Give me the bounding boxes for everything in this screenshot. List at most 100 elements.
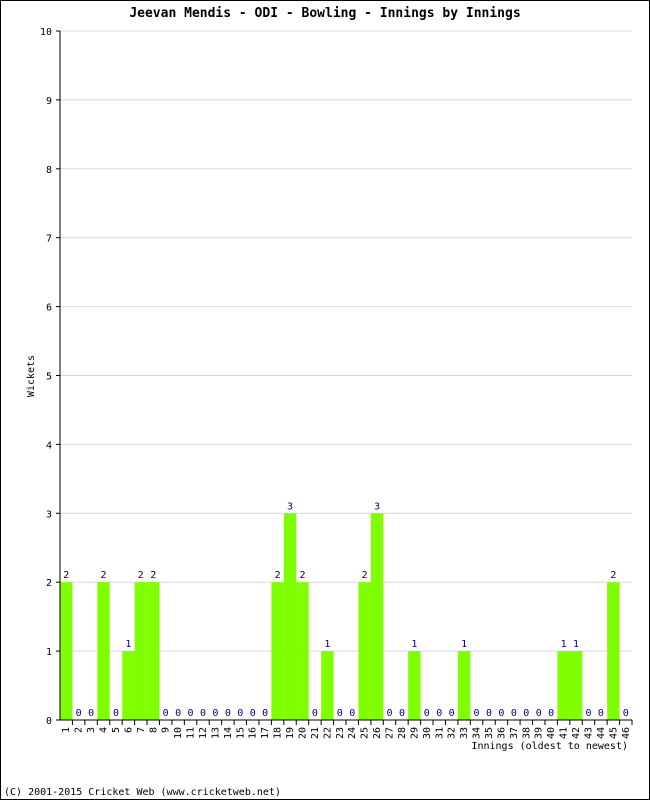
bar	[408, 651, 421, 720]
bar	[60, 582, 73, 720]
x-tick-label: 35	[484, 727, 495, 739]
y-tick-label: 7	[46, 234, 52, 245]
data-label: 0	[262, 708, 268, 719]
x-tick-label: 21	[310, 727, 321, 739]
x-tick-label: 1	[61, 727, 72, 733]
bar	[457, 651, 471, 720]
x-tick-label: 8	[148, 727, 159, 733]
x-tick-label: 36	[496, 727, 507, 739]
bar	[97, 582, 110, 720]
data-label: 0	[76, 708, 82, 719]
x-tick-label: 37	[509, 727, 520, 739]
y-tick-label: 2	[46, 578, 52, 589]
x-axis-label: Innings (oldest to newest)	[471, 741, 628, 752]
x-tick-label: 31	[434, 727, 445, 739]
x-tick-label: 13	[210, 727, 221, 739]
data-label: 3	[374, 501, 380, 512]
bar	[358, 582, 371, 720]
x-tick-label: 22	[322, 727, 333, 739]
footer-copyright: (C) 2001-2015 Cricket Web (www.cricketwe…	[4, 787, 281, 798]
x-tick-label: 27	[385, 727, 396, 739]
data-label: 0	[387, 708, 393, 719]
data-label: 1	[573, 639, 579, 650]
data-label: 2	[275, 570, 281, 581]
x-tick-label: 24	[347, 727, 358, 739]
data-label: 0	[163, 708, 169, 719]
x-tick-label: 44	[596, 727, 607, 739]
y-axis-label: Wickets	[26, 355, 37, 397]
bar	[370, 513, 384, 720]
data-label: 0	[175, 708, 181, 719]
data-label: 0	[548, 708, 554, 719]
data-label: 1	[411, 639, 417, 650]
x-tick-label: 32	[447, 727, 458, 739]
bar	[296, 582, 309, 720]
data-label: 0	[237, 708, 243, 719]
data-label: 0	[250, 708, 256, 719]
data-label: 1	[461, 639, 467, 650]
bar	[557, 651, 570, 720]
data-label: 2	[362, 570, 368, 581]
x-tick-label: 42	[571, 727, 582, 739]
y-tick-label: 10	[40, 27, 52, 38]
x-tick-label: 9	[161, 727, 172, 733]
bar	[134, 582, 148, 720]
data-label: 0	[449, 708, 455, 719]
x-tick-label: 2	[74, 727, 85, 733]
data-label: 2	[150, 570, 156, 581]
bar	[607, 582, 620, 720]
data-label: 3	[287, 501, 293, 512]
x-tick-label: 11	[186, 727, 197, 739]
x-tick-label: 33	[459, 727, 470, 739]
data-label: 0	[200, 708, 206, 719]
data-label: 0	[212, 708, 218, 719]
y-tick-label: 9	[46, 96, 52, 107]
x-tick-label: 41	[559, 727, 570, 739]
x-tick-label: 43	[583, 727, 594, 739]
x-tick-label: 39	[534, 727, 545, 739]
x-tick-label: 23	[335, 727, 346, 739]
data-label: 0	[424, 708, 430, 719]
y-tick-label: 6	[46, 303, 52, 314]
data-label: 0	[511, 708, 517, 719]
x-tick-label: 12	[198, 727, 209, 739]
x-tick-label: 20	[297, 727, 308, 739]
bar	[569, 651, 583, 720]
data-label: 0	[399, 708, 405, 719]
data-label: 2	[299, 570, 305, 581]
data-label: 0	[623, 708, 629, 719]
x-tick-label: 45	[608, 727, 619, 739]
data-label: 0	[536, 708, 542, 719]
data-label: 0	[436, 708, 442, 719]
y-tick-label: 3	[46, 509, 52, 520]
x-tick-label: 3	[86, 727, 97, 733]
y-tick-label: 1	[46, 647, 52, 658]
x-tick-label: 15	[235, 727, 246, 739]
bar	[122, 651, 135, 720]
x-tick-label: 29	[409, 727, 420, 739]
bar	[147, 582, 160, 720]
x-tick-label: 19	[285, 727, 296, 739]
x-tick-label: 7	[136, 727, 147, 733]
x-tick-label: 17	[260, 727, 271, 739]
data-label: 2	[101, 570, 107, 581]
x-tick-label: 14	[223, 727, 234, 739]
data-label: 1	[324, 639, 330, 650]
x-tick-label: 5	[111, 727, 122, 733]
x-tick-label: 38	[521, 727, 532, 739]
chart-title: Jeevan Mendis - ODI - Bowling - Innings …	[129, 6, 520, 21]
x-tick-label: 18	[273, 727, 284, 739]
y-tick-label: 4	[46, 440, 52, 451]
data-label: 0	[188, 708, 194, 719]
data-label: 0	[474, 708, 480, 719]
x-tick-label: 30	[422, 727, 433, 739]
bar	[271, 582, 284, 720]
data-label: 2	[610, 570, 616, 581]
x-tick-label: 28	[397, 727, 408, 739]
y-tick-label: 0	[46, 716, 52, 727]
data-label: 2	[138, 570, 144, 581]
data-label: 0	[349, 708, 355, 719]
x-tick-label: 10	[173, 727, 184, 739]
data-label: 1	[125, 639, 131, 650]
data-label: 1	[561, 639, 567, 650]
